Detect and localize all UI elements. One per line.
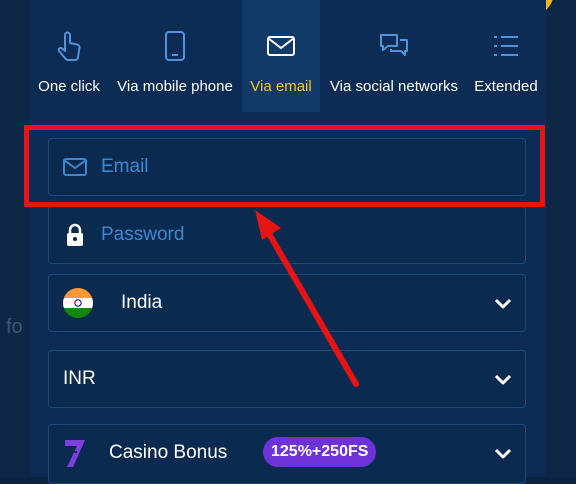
annotation-arrow [255,210,359,387]
